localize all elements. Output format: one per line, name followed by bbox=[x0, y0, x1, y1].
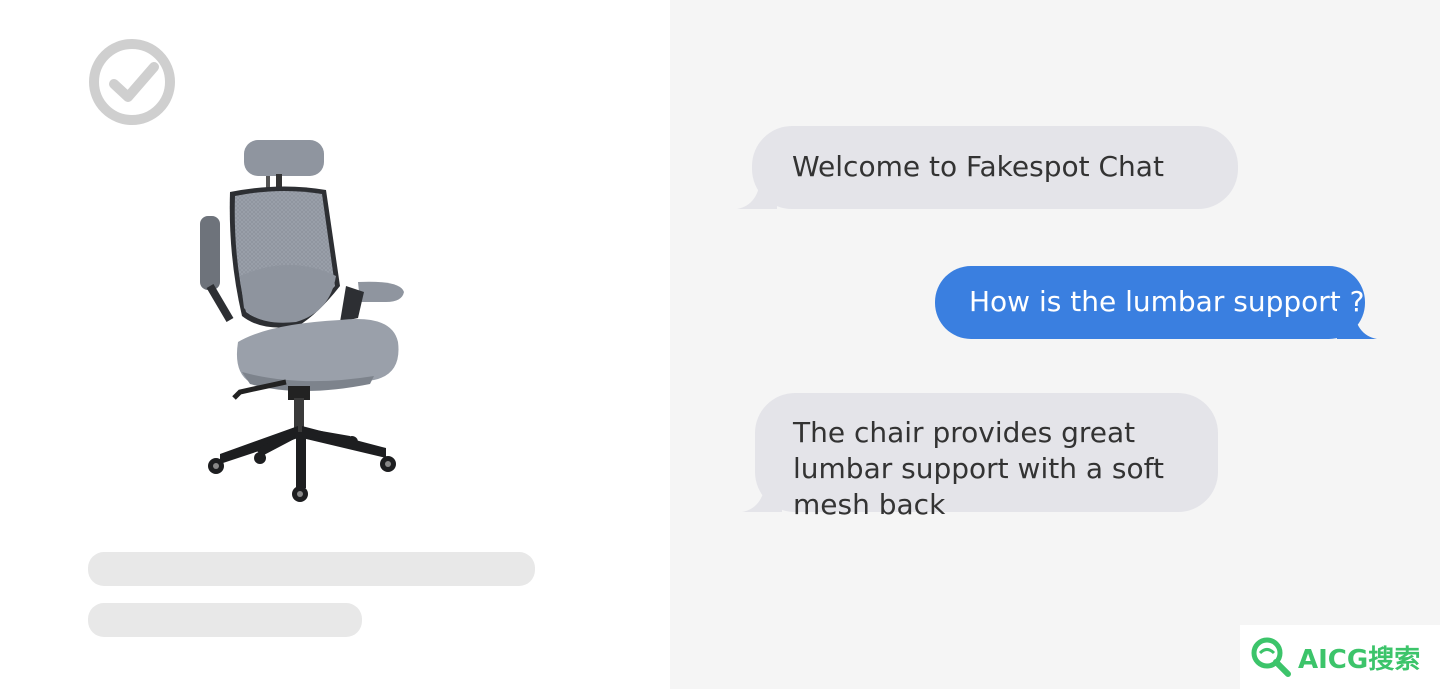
text-placeholder-line bbox=[88, 552, 535, 586]
bubble-tail bbox=[1337, 305, 1377, 339]
bubble-tail bbox=[742, 478, 782, 512]
text-placeholder-line bbox=[88, 603, 362, 637]
chat-message-bot: Welcome to Fakespot Chat bbox=[737, 126, 1238, 209]
message-text: How is the lumbar support ? bbox=[969, 285, 1365, 318]
office-chair-image bbox=[200, 140, 404, 502]
bubble-tail bbox=[737, 175, 777, 209]
magnifier-logo-icon bbox=[1251, 637, 1291, 677]
message-text: Welcome to Fakespot Chat bbox=[792, 150, 1164, 183]
chat-message-user: How is the lumbar support ? bbox=[935, 266, 1377, 339]
fakespot-chat-screen: Welcome to Fakespot Chat How is the lumb… bbox=[0, 0, 1440, 689]
message-text: The chair provides great lumbar support … bbox=[793, 416, 1164, 521]
watermark: AICG搜索 bbox=[1240, 625, 1440, 689]
chat-panel bbox=[670, 0, 1440, 689]
watermark-text: AICG搜索 bbox=[1298, 644, 1421, 675]
check-circle-icon bbox=[89, 39, 175, 125]
product-panel bbox=[0, 0, 670, 689]
chat-message-bot: The chair provides great lumbar support … bbox=[742, 393, 1218, 521]
